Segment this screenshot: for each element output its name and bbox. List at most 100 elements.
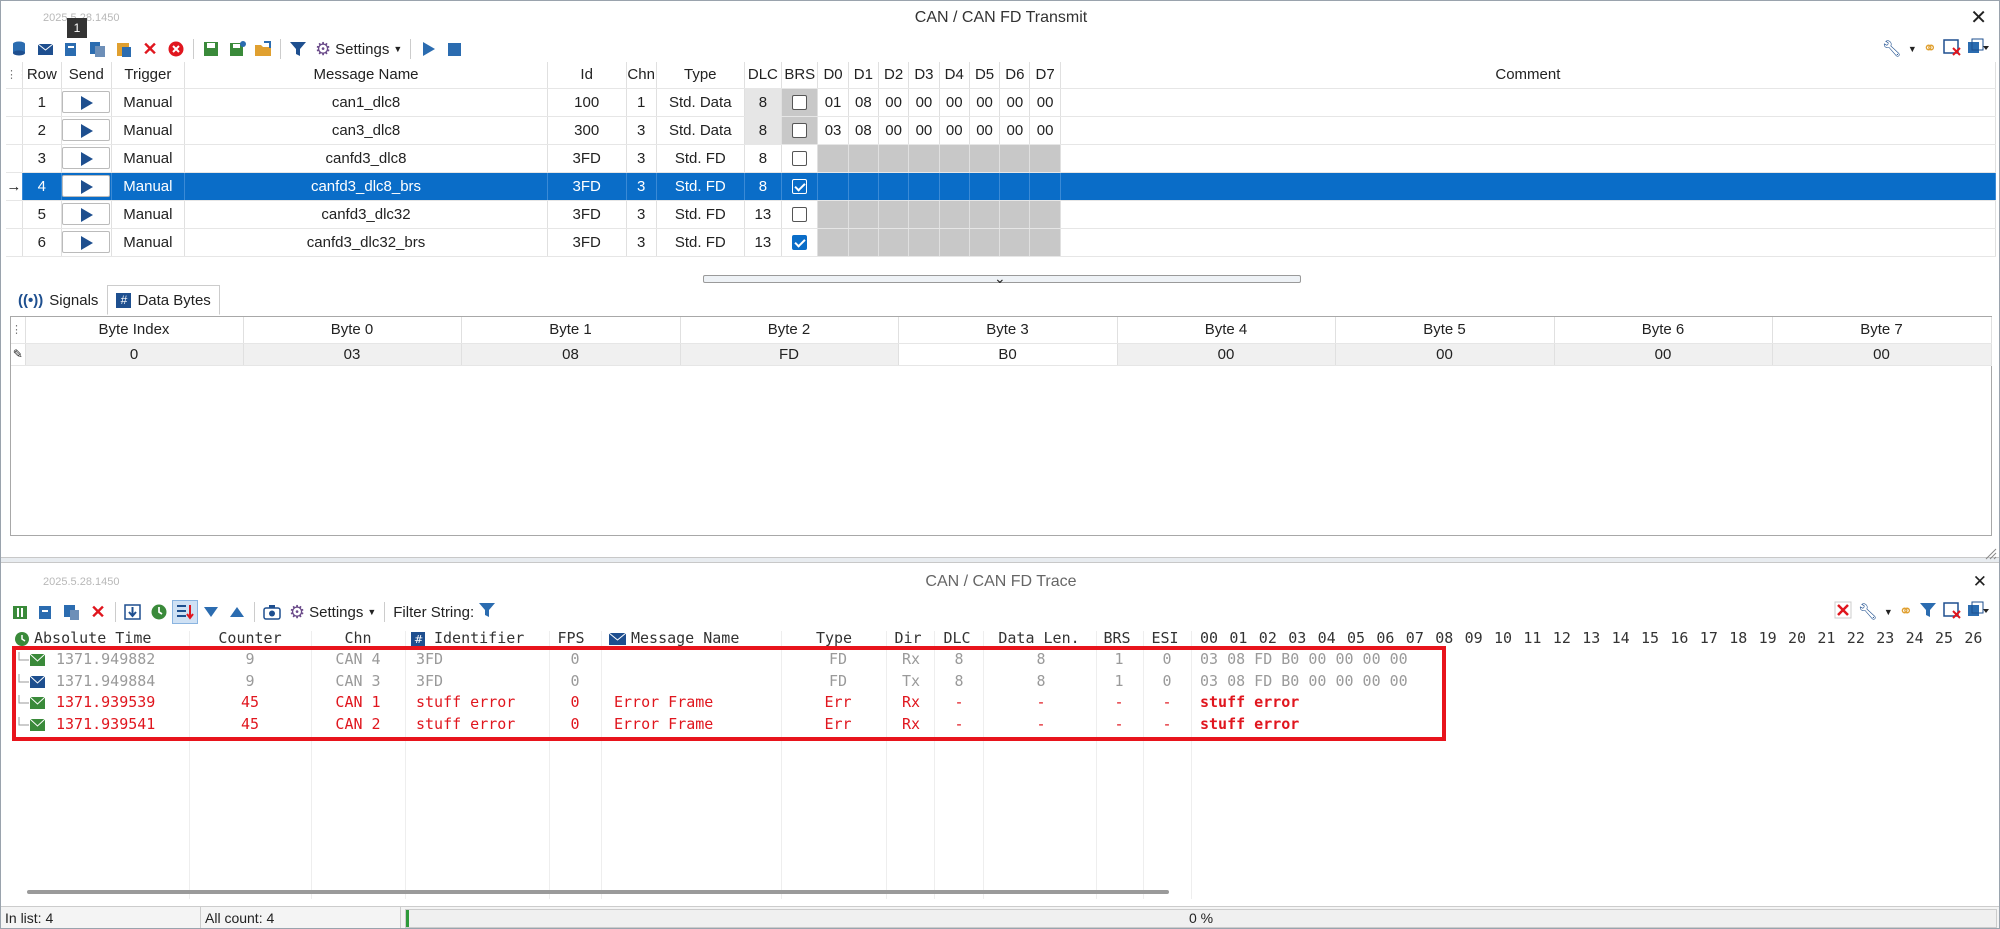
trace-settings-button[interactable]: ⚙ Settings ▼ (285, 600, 380, 624)
table-row[interactable]: 6 Manual canfd3_dlc32_brs 3FD 3 Std. FD 13 (6, 228, 1997, 257)
stop-icon[interactable] (441, 37, 467, 61)
paste-icon[interactable] (111, 37, 137, 61)
column-header[interactable]: D0 (817, 62, 849, 89)
header-byte-col[interactable]: 26 (1964, 629, 1982, 647)
channel-cell[interactable]: 3 (626, 228, 657, 257)
id-cell[interactable]: 3FD (547, 172, 627, 201)
data-byte-cell[interactable]: 01 (817, 88, 849, 117)
message-name-cell[interactable]: canfd3_dlc8_brs (184, 172, 548, 201)
filter-icon[interactable] (285, 37, 311, 61)
header-byte-col[interactable]: 00 (1200, 629, 1218, 647)
header-byte-col[interactable]: 10 (1494, 629, 1512, 647)
brs-checkbox[interactable] (792, 151, 808, 167)
clock-icon[interactable] (146, 600, 172, 624)
byte-column-header[interactable]: Byte 5 (1335, 317, 1555, 344)
data-byte-cell[interactable]: 00 (969, 116, 1001, 145)
byte-column-header[interactable]: Byte 1 (461, 317, 681, 344)
comment-cell[interactable] (1060, 172, 1997, 201)
horizontal-scrollbar[interactable] (27, 890, 1169, 894)
type-cell[interactable]: Std. FD (656, 144, 745, 173)
header-byte-col[interactable]: 17 (1700, 629, 1718, 647)
column-header[interactable]: Send (61, 62, 112, 89)
data-byte-cell[interactable]: 03 (817, 116, 849, 145)
tab-signals[interactable]: ((•)) Signals (9, 285, 107, 315)
channel-cell[interactable]: 3 (626, 116, 657, 145)
dlc-cell[interactable]: 13 (744, 228, 783, 257)
brs-checkbox[interactable] (792, 123, 808, 139)
send-button[interactable] (62, 147, 111, 169)
data-byte-cell[interactable]: 00 (999, 116, 1031, 145)
filter-icon[interactable] (478, 601, 496, 623)
comment-cell[interactable] (1060, 200, 1997, 229)
column-header[interactable]: Chn (626, 62, 657, 89)
header-type[interactable]: Type (816, 629, 852, 647)
header-byte-col[interactable]: 11 (1523, 629, 1541, 647)
data-byte-cell[interactable]: 00 (878, 88, 910, 117)
window-options-icon[interactable] (1967, 601, 1989, 623)
table-row[interactable]: → 4 Manual canfd3_dlc8_brs 3FD 3 Std. FD 8 (6, 172, 1997, 201)
save-as-icon[interactable] (224, 37, 250, 61)
scroll-down-icon[interactable] (120, 600, 146, 624)
header-byte-col[interactable]: 16 (1670, 629, 1688, 647)
trigger-cell[interactable]: Manual (111, 88, 186, 117)
clear-window-icon[interactable] (1943, 601, 1961, 623)
data-byte-cell[interactable]: 00 (908, 88, 940, 117)
link-icon[interactable]: ⚭ (1899, 602, 1913, 622)
message-name-cell[interactable]: canfd3_dlc32 (184, 200, 548, 229)
collapse-chevron-icon[interactable]: ⌄ (994, 270, 1006, 287)
brs-checkbox[interactable] (792, 179, 808, 195)
data-byte-cell[interactable]: 00 (969, 88, 1001, 117)
byte-value-cell[interactable]: B0 (898, 343, 1118, 366)
column-header[interactable]: Comment (1060, 62, 1997, 89)
header-byte-col[interactable]: 22 (1847, 629, 1865, 647)
tab-data-bytes[interactable]: # Data Bytes (107, 285, 220, 315)
comment-cell[interactable] (1060, 228, 1997, 257)
data-byte-cell[interactable]: 08 (848, 88, 880, 117)
brs-checkbox[interactable] (792, 207, 808, 223)
dlc-cell[interactable]: 8 (744, 88, 783, 117)
byte-column-header[interactable]: Byte 0 (243, 317, 462, 344)
camera-icon[interactable] (259, 600, 285, 624)
byte-column-header[interactable]: Byte 2 (680, 317, 899, 344)
header-fps[interactable]: FPS (557, 629, 584, 647)
column-header[interactable]: BRS (781, 62, 819, 89)
header-byte-col[interactable]: 20 (1788, 629, 1806, 647)
id-cell[interactable]: 3FD (547, 144, 627, 173)
column-header[interactable]: D3 (908, 62, 940, 89)
trigger-cell[interactable]: Manual (111, 172, 186, 201)
byte-value-cell[interactable]: FD (680, 343, 899, 366)
id-cell[interactable]: 100 (547, 88, 627, 117)
type-cell[interactable]: Std. Data (656, 116, 745, 145)
dlc-cell[interactable]: 13 (744, 200, 783, 229)
database-icon[interactable] (7, 37, 33, 61)
link-icon[interactable]: ⚭ (1923, 39, 1937, 59)
header-esi[interactable]: ESI (1151, 629, 1178, 647)
channel-cell[interactable]: 1 (626, 88, 657, 117)
delete-all-icon[interactable] (163, 37, 189, 61)
message-name-cell[interactable]: canfd3_dlc8 (184, 144, 548, 173)
send-button[interactable] (62, 231, 111, 253)
header-byte-col[interactable]: 07 (1406, 629, 1424, 647)
trigger-cell[interactable]: Manual (111, 144, 186, 173)
table-row[interactable]: 2 Manual can3_dlc8 300 3 Std. Data 8 03 08 00 00 00… (6, 116, 1997, 145)
header-byte-col[interactable]: 04 (1318, 629, 1336, 647)
send-button[interactable] (62, 91, 111, 113)
column-header[interactable]: Trigger (111, 62, 186, 89)
column-header[interactable]: Message Name (184, 62, 548, 89)
header-byte-col[interactable]: 02 (1259, 629, 1277, 647)
clear-window-icon[interactable] (1943, 38, 1961, 60)
dlc-cell[interactable]: 8 (744, 116, 783, 145)
save-icon[interactable] (198, 37, 224, 61)
trigger-cell[interactable]: Manual (111, 116, 186, 145)
column-header[interactable]: D4 (939, 62, 970, 89)
trace-close-icon[interactable]: ✕ (1973, 565, 1987, 599)
header-chn[interactable]: Chn (344, 629, 371, 647)
header-identifier[interactable]: Identifier (434, 629, 524, 647)
column-header[interactable]: D1 (848, 62, 880, 89)
table-row[interactable]: 5 Manual canfd3_dlc32 3FD 3 Std. FD 13 (6, 200, 1997, 229)
dlc-cell[interactable]: 8 (744, 172, 783, 201)
data-byte-cell[interactable]: 08 (848, 116, 880, 145)
header-byte-col[interactable]: 15 (1641, 629, 1659, 647)
header-byte-col[interactable]: 12 (1553, 629, 1571, 647)
header-byte-col[interactable]: 19 (1759, 629, 1777, 647)
